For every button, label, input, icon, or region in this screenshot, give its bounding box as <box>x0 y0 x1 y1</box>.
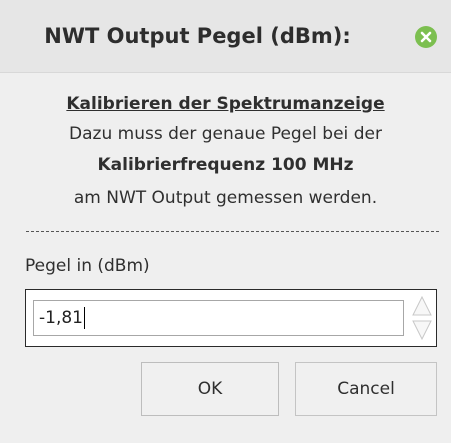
cancel-button[interactable]: Cancel <box>295 362 437 416</box>
info-line-2: Dazu muss der genaue Pegel bei der <box>69 124 382 144</box>
info-line-4: am NWT Output gemessen werden. <box>73 188 378 208</box>
info-line-3: Kalibrierfrequenz 100 MHz <box>97 155 354 175</box>
dialog-window: NWT Output Pegel (dBm): Kalibrieren der … <box>0 0 451 443</box>
divider <box>26 231 439 232</box>
field-label: Pegel in (dBm) <box>25 256 150 276</box>
dialog-title: NWT Output Pegel (dBm): <box>44 24 351 48</box>
spin-down-arrow-icon[interactable] <box>409 318 435 344</box>
spin-up-arrow-icon[interactable] <box>409 292 435 318</box>
ok-button[interactable]: OK <box>141 362 279 416</box>
close-icon[interactable] <box>415 26 437 48</box>
pegel-input-value: -1,81 <box>39 308 83 328</box>
info-heading: Kalibrieren der Spektrumanzeige <box>66 94 385 114</box>
text-caret <box>84 307 85 329</box>
pegel-spinbox[interactable]: -1,81 <box>25 289 437 347</box>
title-bar[interactable]: NWT Output Pegel (dBm): <box>0 0 451 73</box>
pegel-input[interactable]: -1,81 <box>33 300 404 336</box>
spin-buttons <box>409 292 435 344</box>
